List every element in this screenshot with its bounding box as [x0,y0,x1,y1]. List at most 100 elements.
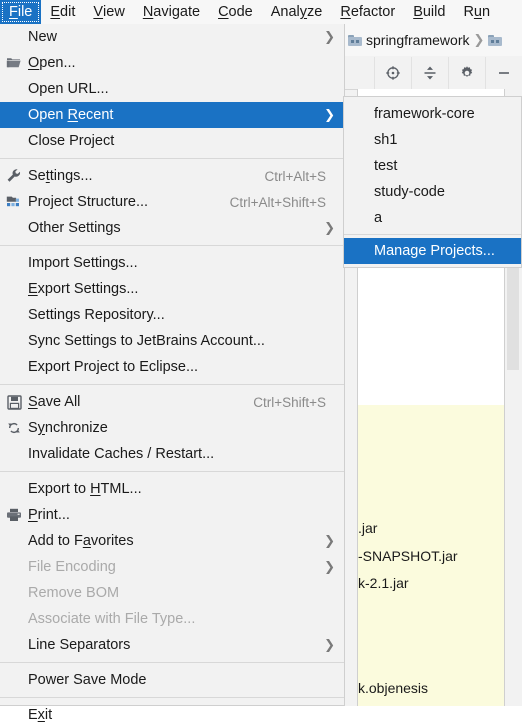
menubar-item-code[interactable]: Code [209,0,262,24]
menu-item-shortcut: Ctrl+Alt+Shift+S [229,194,326,210]
save-icon [0,389,28,415]
menu-separator [0,662,344,663]
menu-item-open[interactable]: Open... [0,50,344,76]
menu-item-label: Sync Settings to JetBrains Account... [28,333,265,349]
main-menubar: File Edit View Navigate Code Anal y ze Refactor B… [0,0,522,24]
menu-separator [0,245,344,246]
tree-item-jar-2[interactable]: -SNAPSHOT.jar [358,548,458,564]
menu-item-icon-slot [0,632,28,658]
menu-item-label: Synchronize [28,420,108,436]
menu-item-label: Open Recent [28,107,114,123]
chevron-right-icon: ❯ [324,29,335,44]
menubar-item-edit[interactable]: Edit [41,0,84,24]
menubar-item-run[interactable]: Run [454,0,499,24]
menu-item-remove-bom: Remove BOM [0,580,344,606]
menubar-item-analyze[interactable]: Anal y ze [262,0,332,24]
chevron-right-icon: ❯ [473,32,485,47]
menubar-item-refactor[interactable]: Refactor [331,0,404,24]
menu-item-add-to-favorites[interactable]: Add to Favorites ❯ [0,528,344,554]
menu-item-open-url[interactable]: Open URL... [0,76,344,102]
wrench-icon [0,163,28,189]
recent-project-study-code[interactable]: study-code [344,179,521,205]
locate-target-icon[interactable] [374,56,411,89]
chevron-right-icon: ❯ [324,220,335,235]
tree-item-objenesis[interactable]: k.objenesis [358,680,428,696]
recent-project-framework-core[interactable]: framework-core [344,101,521,127]
menu-item-icon-slot [0,215,28,241]
menu-item-label: Settings... [28,168,93,184]
printer-icon [0,502,28,528]
menu-item-label: Print... [28,507,70,523]
chevron-right-icon: ❯ [324,559,335,574]
menu-item-open-recent[interactable]: Open Recent ❯ [0,102,344,128]
menu-item-label: Power Save Mode [28,672,147,688]
menu-item-label: Invalidate Caches / Restart... [28,446,215,462]
menu-item-new[interactable]: New ❯ [0,24,344,50]
menu-item-sync-settings-to-jetbrains-account[interactable]: Sync Settings to JetBrains Account... [0,328,344,354]
menu-item-synchronize[interactable]: Synchronize [0,415,344,441]
menu-item-label: Add to Favorites [28,533,134,549]
menu-item-icon-slot [0,24,28,50]
menu-item-label: Associate with File Type... [28,611,196,627]
intellij-window: springframework ❯ .jar -SNAPSHOT.jar k-2… [0,0,522,723]
submenu-separator [344,234,521,235]
menu-item-settings[interactable]: Settings... Ctrl+Alt+S [0,163,344,189]
menu-item-icon-slot [0,554,28,580]
menu-item-icon-slot [0,580,28,606]
menu-separator [0,384,344,385]
chevron-right-icon: ❯ [324,637,335,652]
menu-item-icon-slot [0,667,28,693]
tree-item-jar-3[interactable]: k-2.1.jar [358,575,409,591]
hide-icon[interactable] [485,56,522,89]
breadcrumb-item-springframework[interactable]: springframework [366,32,469,48]
menu-item-export-settings[interactable]: Export Settings... [0,276,344,302]
chevron-right-icon: ❯ [324,533,335,548]
menu-item-settings-repository[interactable]: Settings Repository... [0,302,344,328]
menubar-item-navigate[interactable]: Navigate [134,0,209,24]
recent-project-sh1[interactable]: sh1 [344,127,521,153]
menu-item-label: Other Settings [28,220,121,236]
menu-item-label: Export Settings... [28,281,139,297]
menu-item-label: Project Structure... [28,194,149,210]
menu-item-save-all[interactable]: Save All Ctrl+Shift+S [0,389,344,415]
file-menu-dropdown: New ❯ Open... Open URL... Open Recent ❯ Close … [0,24,345,723]
menu-item-close-project[interactable]: Close Project [0,128,344,154]
menu-item-power-save-mode[interactable]: Power Save Mode [0,667,344,693]
menu-item-invalidate-caches-restart[interactable]: Invalidate Caches / Restart... [0,441,344,467]
menu-item-icon-slot [0,606,28,632]
menu-separator [0,697,344,698]
project-structure-icon [0,189,28,215]
recent-project-test[interactable]: test [344,153,521,179]
menu-item-icon-slot [0,76,28,102]
menu-item-line-separators[interactable]: Line Separators ❯ [0,632,344,658]
menu-item-associate-with-file-type: Associate with File Type... [0,606,344,632]
menu-item-label: Open... [28,55,76,71]
vertical-scrollbar-thumb[interactable] [507,250,519,370]
menu-item-shortcut: Ctrl+Shift+S [253,394,326,410]
menu-item-export-project-to-eclipse[interactable]: Export Project to Eclipse... [0,354,344,380]
menu-item-import-settings[interactable]: Import Settings... [0,250,344,276]
project-toolbar [340,56,522,90]
menubar-item-view[interactable]: View [84,0,133,24]
menu-item-export-to-html[interactable]: Export to HTML... [0,476,344,502]
gear-icon[interactable] [448,56,485,89]
menubar-item-file[interactable]: File [0,0,42,24]
collapse-all-icon[interactable] [411,56,448,89]
menu-item-shortcut: Ctrl+Alt+S [264,168,326,184]
recent-project-manage-projects[interactable]: Manage Projects... [344,238,521,264]
menu-item-icon-slot [0,128,28,154]
menu-item-print[interactable]: Print... [0,502,344,528]
menu-item-icon-slot [0,441,28,467]
recent-project-a[interactable]: a [344,205,521,231]
menu-item-icon-slot [0,354,28,380]
menu-item-icon-slot [0,476,28,502]
menu-item-label: Remove BOM [28,585,120,601]
tree-item-jar-1[interactable]: .jar [358,520,377,536]
menu-item-other-settings[interactable]: Other Settings ❯ [0,215,344,241]
menu-item-icon-slot [0,302,28,328]
menu-item-label: File Encoding [28,559,116,575]
menu-item-project-structure[interactable]: Project Structure... Ctrl+Alt+Shift+S [0,189,344,215]
menu-item-label: Line Separators [28,637,131,653]
menu-separator [0,158,344,159]
menubar-item-build[interactable]: Build [404,0,454,24]
